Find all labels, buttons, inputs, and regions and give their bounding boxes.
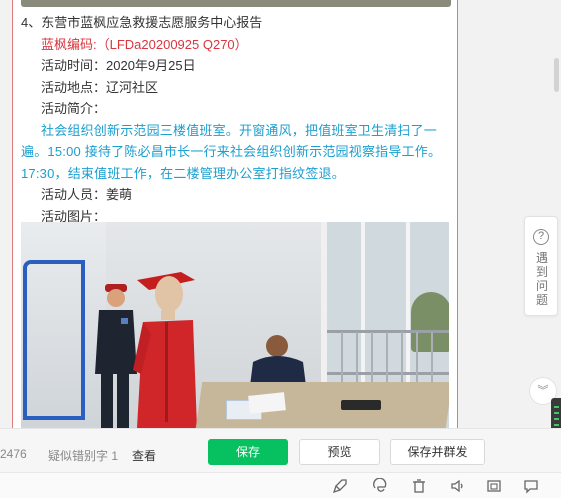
photo-power-strip	[341, 400, 381, 410]
bottom-toolbar: 2476 疑似错别字 1 查看 保存 预览 保存并群发	[0, 428, 561, 472]
people-line: 活动人员：姜萌	[41, 187, 133, 202]
code-line: 蓝枫编码:（LFDa20200925 Q270）	[41, 36, 248, 52]
typo-count: 疑似错别字 1	[48, 449, 119, 463]
save-and-send-button[interactable]: 保存并群发	[390, 439, 485, 465]
editor-canvas: 4、东营市蓝枫应急救援志愿服务中心报告 蓝枫编码:（LFDa20200925 Q…	[0, 0, 561, 458]
photo-blue-panel	[23, 260, 85, 420]
time-line: 活动时间：2020年9月25日	[41, 58, 196, 73]
speaker-icon[interactable]	[450, 478, 466, 494]
window-icon[interactable]	[486, 478, 502, 494]
edge-icon[interactable]	[372, 478, 388, 494]
article-text: 4、东营市蓝枫应急救援志愿服务中心报告 蓝枫编码:（LFDa20200925 Q…	[21, 12, 451, 227]
intro-label: 活动简介：	[41, 101, 107, 116]
word-count: 2476	[0, 447, 27, 461]
chat-icon[interactable]	[523, 478, 539, 494]
rocket-icon[interactable]	[332, 478, 348, 494]
system-taskbar	[0, 472, 561, 498]
activity-photo[interactable]	[21, 222, 449, 428]
preview-button[interactable]: 预览	[299, 439, 380, 465]
help-float-button[interactable]: ? 遇到问题	[524, 216, 558, 316]
article-heading: 4、东营市蓝枫应急救援志愿服务中心报告	[21, 15, 263, 30]
save-button[interactable]: 保存	[208, 439, 288, 465]
trash-icon[interactable]	[411, 478, 427, 494]
check-typo-link[interactable]: 查看	[132, 447, 156, 464]
photo-mannequin-red	[133, 272, 197, 428]
place-line: 活动地点：辽河社区	[41, 79, 159, 95]
photo-paper	[248, 392, 286, 414]
previous-photo-edge	[21, 0, 451, 7]
question-circle-icon: ?	[533, 229, 549, 245]
article-body[interactable]: 4、东营市蓝枫应急救援志愿服务中心报告 蓝枫编码:（LFDa20200925 Q…	[12, 0, 458, 428]
scrollbar-thumb[interactable]	[554, 58, 559, 92]
help-label: 遇到问题	[535, 251, 548, 307]
intro-text: 社会组织创新示范园三楼值班室。开窗通风，把值班室卫生清扫了一遍。15:00 接待…	[21, 122, 442, 181]
